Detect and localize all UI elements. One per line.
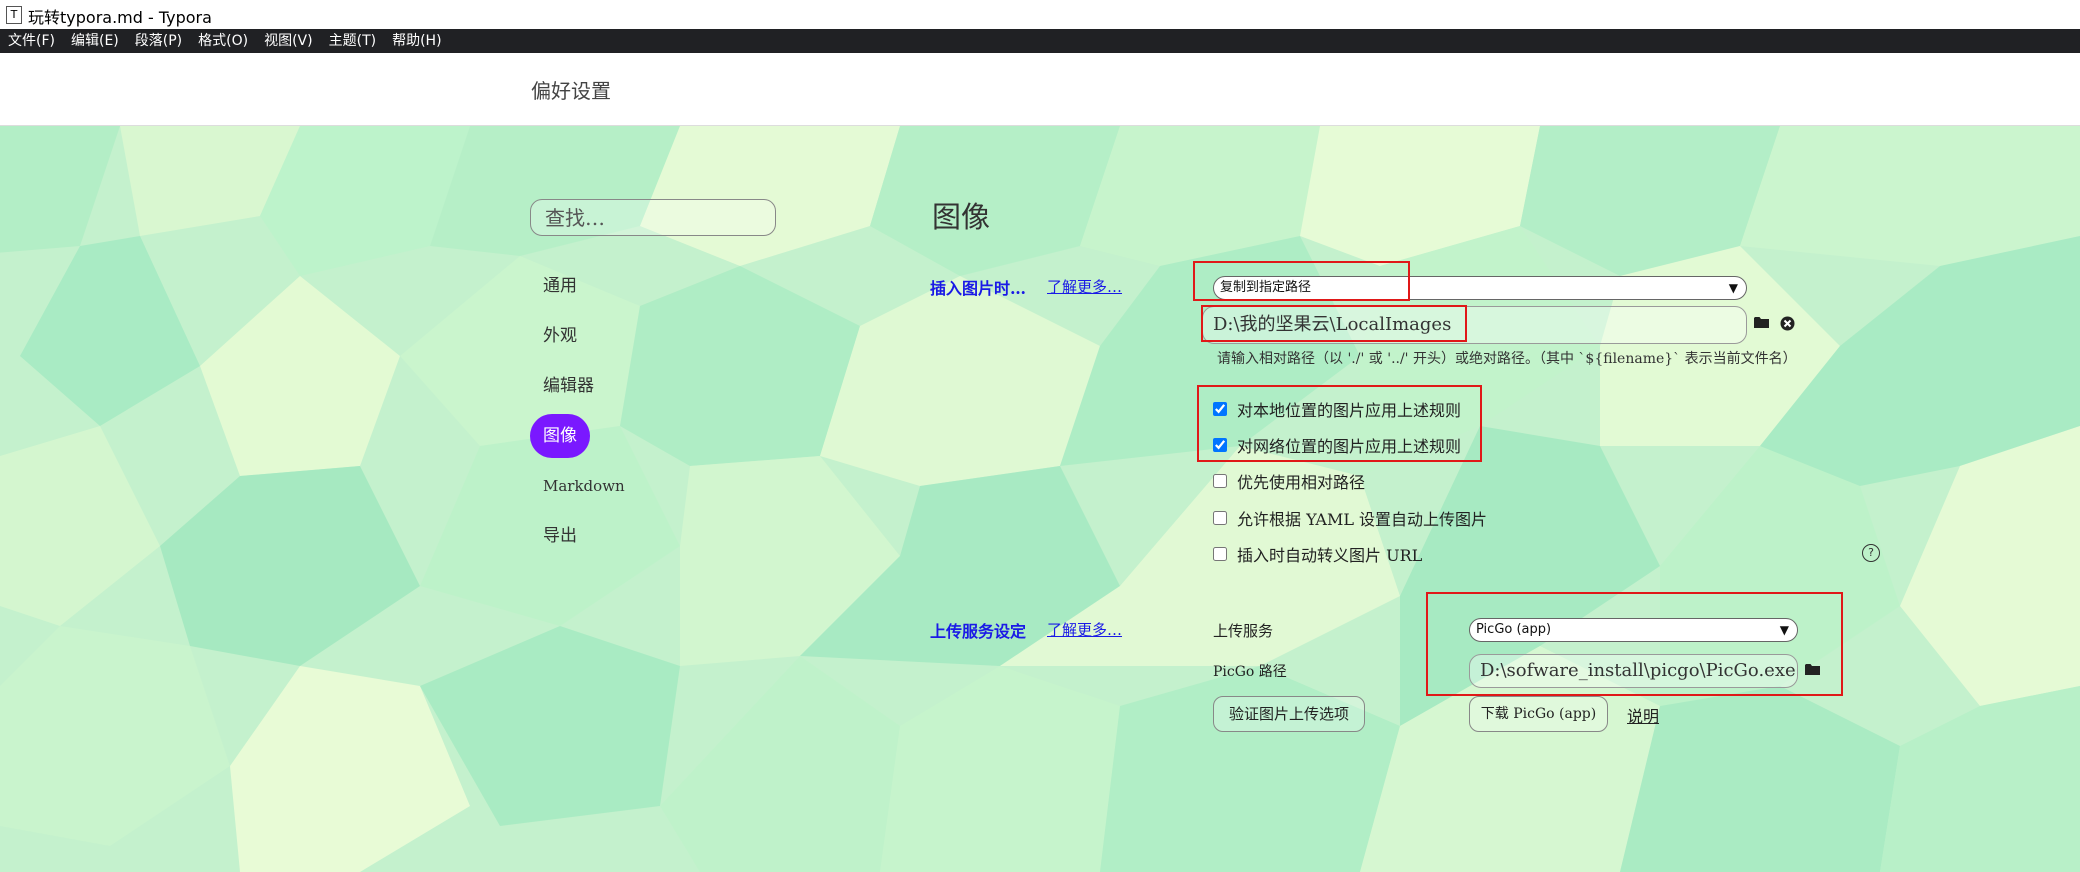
insert-learn-more-link[interactable]: 了解更多…: [1047, 276, 1122, 297]
upload-service-label: 上传服务设定: [930, 622, 1027, 641]
preferences-header: 偏好设置: [0, 53, 2080, 126]
option-prefer-relative-checkbox[interactable]: [1213, 474, 1227, 488]
option-yaml-upload[interactable]: 允许根据 YAML 设置自动上传图片: [1213, 507, 1487, 529]
verify-upload-button[interactable]: 验证图片上传选项: [1213, 696, 1365, 732]
picgo-path-label: PicGo 路径: [1213, 664, 1287, 680]
sidebar-item-export[interactable]: 导出: [530, 514, 590, 558]
preferences-title: 偏好设置: [531, 79, 611, 103]
option-yaml-upload-checkbox[interactable]: [1213, 511, 1227, 525]
upload-service-select[interactable]: PicGo (app) ▼: [1469, 618, 1798, 642]
upload-learn-more-link[interactable]: 了解更多…: [1047, 619, 1122, 640]
upload-service-field-label: 上传服务: [1213, 622, 1274, 640]
folder-icon[interactable]: [1753, 316, 1771, 334]
upload-service-value: PicGo (app): [1476, 622, 1552, 637]
insert-image-label: 插入图片时…: [930, 279, 1027, 298]
option-prefer-relative-label: 优先使用相对路径: [1237, 473, 1366, 492]
title-bar: T 玩转typora.md - Typora: [0, 0, 2080, 29]
window-title: 玩转typora.md - Typora: [28, 8, 212, 27]
menu-theme[interactable]: 主题(T): [321, 29, 384, 53]
option-escape-url[interactable]: 插入时自动转义图片 URL: [1213, 543, 1422, 565]
menu-paragraph[interactable]: 段落(P): [127, 29, 190, 53]
section-title: 图像: [932, 200, 991, 234]
chevron-down-icon: ▼: [1779, 623, 1789, 637]
help-icon[interactable]: ?: [1862, 544, 1880, 562]
menu-bar: 文件(F) 编辑(E) 段落(P) 格式(O) 视图(V) 主题(T) 帮助(H…: [0, 29, 2080, 53]
option-prefer-relative[interactable]: 优先使用相对路径: [1213, 470, 1365, 492]
sidebar-item-markdown[interactable]: Markdown: [530, 464, 638, 508]
image-path-input[interactable]: D:\我的坚果云\LocalImages: [1202, 306, 1747, 344]
option-apply-local[interactable]: 对本地位置的图片应用上述规则: [1213, 398, 1461, 420]
option-yaml-upload-label: 允许根据 YAML 设置自动上传图片: [1237, 510, 1488, 529]
chevron-down-icon: ▼: [1728, 281, 1738, 295]
menu-view[interactable]: 视图(V): [256, 29, 321, 53]
option-apply-network-checkbox[interactable]: [1213, 438, 1227, 452]
sidebar-item-image[interactable]: 图像: [530, 414, 590, 458]
insert-action-value: 复制到指定路径: [1220, 280, 1312, 295]
download-picgo-button[interactable]: 下载 PicGo (app): [1469, 696, 1608, 732]
menu-file[interactable]: 文件(F): [0, 29, 63, 53]
option-apply-network-label: 对网络位置的图片应用上述规则: [1237, 437, 1462, 456]
path-hint-text: 请输入相对路径（以 './' 或 '../' 开头）或绝对路径。（其中 `${f…: [1217, 351, 1797, 367]
typora-app-icon: T: [6, 6, 22, 24]
menu-edit[interactable]: 编辑(E): [63, 29, 127, 53]
insert-action-select[interactable]: 复制到指定路径 ▼: [1213, 276, 1747, 300]
search-input[interactable]: [530, 199, 776, 236]
option-escape-url-checkbox[interactable]: [1213, 547, 1227, 561]
explain-link[interactable]: 说明: [1627, 703, 1659, 727]
clear-icon[interactable]: [1778, 316, 1796, 334]
folder-icon[interactable]: [1804, 663, 1822, 681]
menu-format[interactable]: 格式(O): [190, 29, 256, 53]
hexagon-background: [0, 126, 2080, 872]
option-escape-url-label: 插入时自动转义图片 URL: [1237, 546, 1423, 565]
picgo-path-input[interactable]: D:\sofware_install\picgo\PicGo.exe: [1469, 654, 1798, 688]
menu-help[interactable]: 帮助(H): [384, 29, 449, 53]
sidebar-item-editor[interactable]: 编辑器: [530, 364, 607, 408]
option-apply-network[interactable]: 对网络位置的图片应用上述规则: [1213, 434, 1461, 456]
sidebar-item-appearance[interactable]: 外观: [530, 314, 590, 358]
option-apply-local-label: 对本地位置的图片应用上述规则: [1237, 401, 1462, 420]
option-apply-local-checkbox[interactable]: [1213, 402, 1227, 416]
sidebar-item-general[interactable]: 通用: [530, 264, 590, 308]
